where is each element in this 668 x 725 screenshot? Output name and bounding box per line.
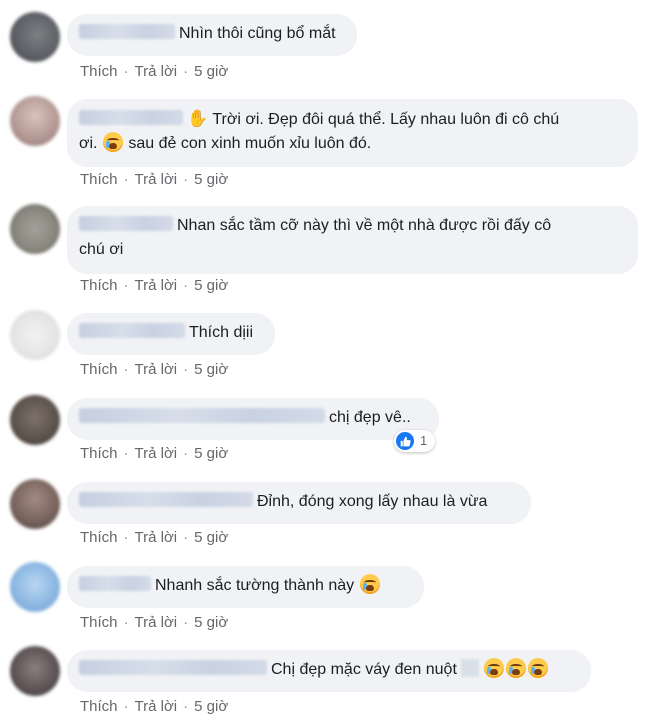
like-button[interactable]: Thích bbox=[80, 698, 118, 715]
comment-actions: Thích · Trả lời · 5 giờ bbox=[80, 445, 228, 463]
crying-face-icon bbox=[527, 658, 548, 678]
like-reaction-icon bbox=[396, 432, 414, 450]
comment-text: chị đẹp vê.. bbox=[329, 409, 411, 426]
avatar[interactable] bbox=[10, 310, 60, 360]
timestamp[interactable]: 5 giờ bbox=[194, 445, 228, 462]
avatar[interactable] bbox=[10, 12, 60, 62]
commenter-name-blurred[interactable] bbox=[79, 492, 253, 508]
crying-face-icon bbox=[483, 658, 504, 678]
avatar[interactable] bbox=[10, 646, 60, 696]
like-button[interactable]: Thích bbox=[80, 171, 118, 188]
comment-actions: Thích · Trả lời · 5 giờ bbox=[80, 614, 228, 632]
comment-bubble: Đỉnh, đóng xong lấy nhau là vừa bbox=[67, 482, 531, 524]
separator: · bbox=[123, 277, 129, 294]
comment-actions: Thích · Trả lời · 5 giờ bbox=[80, 529, 228, 547]
commenter-name-blurred[interactable] bbox=[79, 216, 173, 232]
timestamp[interactable]: 5 giờ bbox=[194, 171, 228, 188]
timestamp[interactable]: 5 giờ bbox=[194, 277, 228, 294]
comment-actions: Thích · Trả lời · 5 giờ bbox=[80, 171, 228, 189]
reply-button[interactable]: Trả lời bbox=[135, 277, 178, 294]
comment-text-line2: chú ơi bbox=[79, 241, 124, 258]
separator: · bbox=[123, 63, 129, 80]
like-button[interactable]: Thích bbox=[80, 445, 118, 462]
comment-bubble: Nhanh sắc tường thành này bbox=[67, 566, 424, 608]
separator: · bbox=[183, 171, 189, 188]
commenter-name-blurred[interactable] bbox=[79, 660, 267, 676]
reply-button[interactable]: Trả lời bbox=[135, 171, 178, 188]
avatar[interactable] bbox=[10, 479, 60, 529]
commenter-name-blurred[interactable] bbox=[79, 24, 175, 40]
comment-text-line2: ơi. bbox=[79, 135, 98, 152]
avatar[interactable] bbox=[10, 96, 60, 146]
comment-bubble: Chị đẹp mặc váy đen nuột bbox=[67, 650, 591, 692]
commenter-name-blurred[interactable] bbox=[79, 576, 151, 592]
timestamp[interactable]: 5 giờ bbox=[194, 614, 228, 631]
reaction-summary[interactable]: 1 bbox=[394, 430, 436, 452]
comment-text: Nhanh sắc tường thành này bbox=[155, 577, 355, 594]
separator: · bbox=[183, 529, 189, 546]
comment-text: Nhìn thôi cũng bổ mắt bbox=[179, 25, 336, 42]
timestamp[interactable]: 5 giờ bbox=[194, 529, 228, 546]
like-button[interactable]: Thích bbox=[80, 63, 118, 80]
reaction-count: 1 bbox=[420, 433, 428, 448]
blurred-sticker bbox=[460, 659, 479, 677]
comment-bubble: Nhan sắc tầm cỡ này thì về một nhà được … bbox=[67, 206, 638, 274]
crying-face-icon bbox=[505, 658, 526, 678]
crying-face-icon bbox=[359, 574, 380, 594]
like-button[interactable]: Thích bbox=[80, 361, 118, 378]
reply-button[interactable]: Trả lời bbox=[135, 529, 178, 546]
comment-actions: Thích · Trả lời · 5 giờ bbox=[80, 698, 228, 716]
separator: · bbox=[183, 698, 189, 715]
separator: · bbox=[123, 698, 129, 715]
reply-button[interactable]: Trả lời bbox=[135, 614, 178, 631]
timestamp[interactable]: 5 giờ bbox=[194, 698, 228, 715]
separator: · bbox=[183, 63, 189, 80]
separator: · bbox=[123, 361, 129, 378]
comment-bubble: ✋ Trời ơi. Đẹp đôi quá thể. Lấy nhau luô… bbox=[67, 99, 638, 167]
separator: · bbox=[183, 445, 189, 462]
commenter-name-blurred[interactable] bbox=[79, 323, 185, 339]
comment-bubble: chị đẹp vê.. bbox=[67, 398, 439, 440]
comment-actions: Thích · Trả lời · 5 giờ bbox=[80, 361, 228, 379]
wave-hand-icon: ✋ bbox=[187, 109, 209, 128]
comment-text: Thích dịii bbox=[189, 324, 254, 341]
avatar[interactable] bbox=[10, 204, 60, 254]
comment-text: Nhan sắc tầm cỡ này thì về một nhà được … bbox=[177, 217, 552, 234]
reply-button[interactable]: Trả lời bbox=[135, 63, 178, 80]
reply-button[interactable]: Trả lời bbox=[135, 698, 178, 715]
like-button[interactable]: Thích bbox=[80, 614, 118, 631]
comment-actions: Thích · Trả lời · 5 giờ bbox=[80, 277, 228, 295]
separator: · bbox=[123, 171, 129, 188]
comment-text-line2b: sau đẻ con xinh muốn xỉu luôn đó. bbox=[128, 135, 372, 152]
comment-text: Trời ơi. Đẹp đôi quá thể. Lấy nhau luôn … bbox=[212, 111, 560, 128]
separator: · bbox=[183, 277, 189, 294]
timestamp[interactable]: 5 giờ bbox=[194, 361, 228, 378]
comment-bubble: Thích dịii bbox=[67, 313, 275, 355]
separator: · bbox=[183, 361, 189, 378]
avatar[interactable] bbox=[10, 562, 60, 612]
commenter-name-blurred[interactable] bbox=[79, 110, 183, 126]
separator: · bbox=[183, 614, 189, 631]
comment-actions: Thích · Trả lời · 5 giờ bbox=[80, 63, 228, 81]
comment-text: Chị đẹp mặc váy đen nuột bbox=[271, 661, 457, 678]
timestamp[interactable]: 5 giờ bbox=[194, 63, 228, 80]
reply-button[interactable]: Trả lời bbox=[135, 361, 178, 378]
like-button[interactable]: Thích bbox=[80, 529, 118, 546]
comment-text: Đỉnh, đóng xong lấy nhau là vừa bbox=[257, 493, 488, 510]
avatar[interactable] bbox=[10, 395, 60, 445]
separator: · bbox=[123, 614, 129, 631]
like-button[interactable]: Thích bbox=[80, 277, 118, 294]
commenter-name-blurred[interactable] bbox=[79, 408, 325, 424]
crying-face-icon bbox=[102, 132, 123, 152]
comment-bubble: Nhìn thôi cũng bổ mắt bbox=[67, 14, 357, 56]
separator: · bbox=[123, 529, 129, 546]
separator: · bbox=[123, 445, 129, 462]
reply-button[interactable]: Trả lời bbox=[135, 445, 178, 462]
